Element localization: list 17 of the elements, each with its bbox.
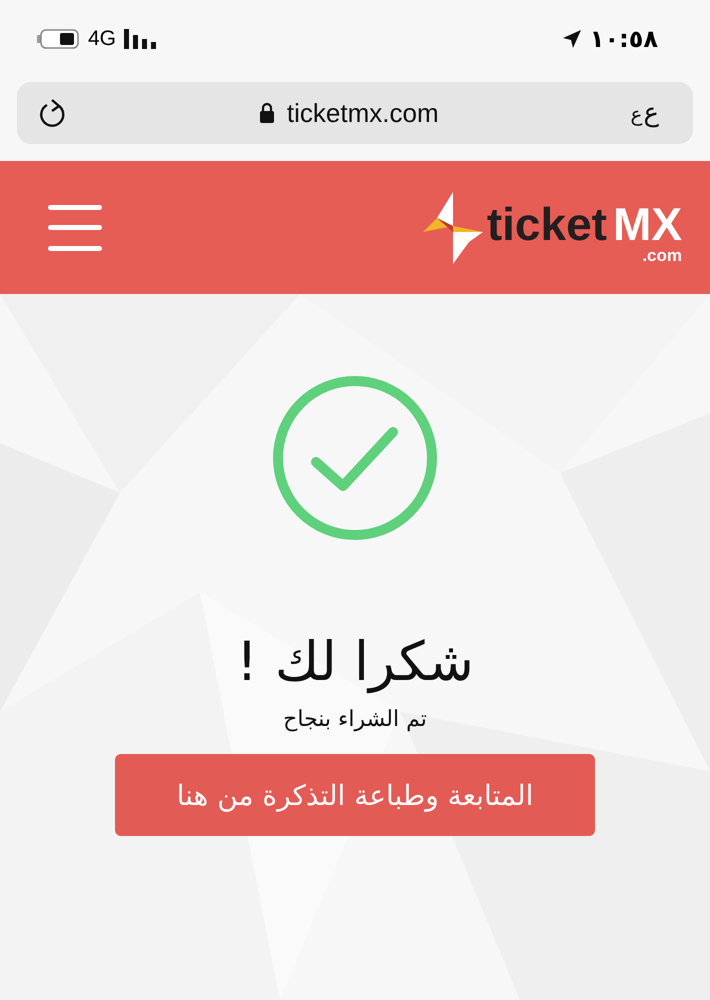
lock-icon	[258, 102, 275, 124]
location-arrow-icon	[562, 29, 582, 49]
menu-icon[interactable]	[48, 204, 102, 250]
success-message: تم الشراء بنجاح	[283, 707, 427, 732]
thank-you-title: شكرا لك !	[236, 630, 474, 693]
clock-time: ١٠:٥٨	[590, 25, 658, 53]
logo-accent: MX	[613, 201, 682, 247]
network-type: 4G	[88, 27, 116, 51]
text-size-button[interactable]: عع	[630, 98, 659, 128]
print-ticket-button[interactable]: المتابعة وطباعة التذكرة من هنا	[115, 754, 595, 836]
logo-domain: .com	[642, 247, 682, 264]
reload-icon[interactable]	[39, 98, 67, 128]
logo-word: ticket	[486, 201, 607, 247]
success-check-icon	[271, 374, 439, 542]
battery-icon	[36, 28, 80, 50]
url-text: ticketmx.com	[286, 98, 439, 128]
signal-icon	[124, 29, 158, 49]
